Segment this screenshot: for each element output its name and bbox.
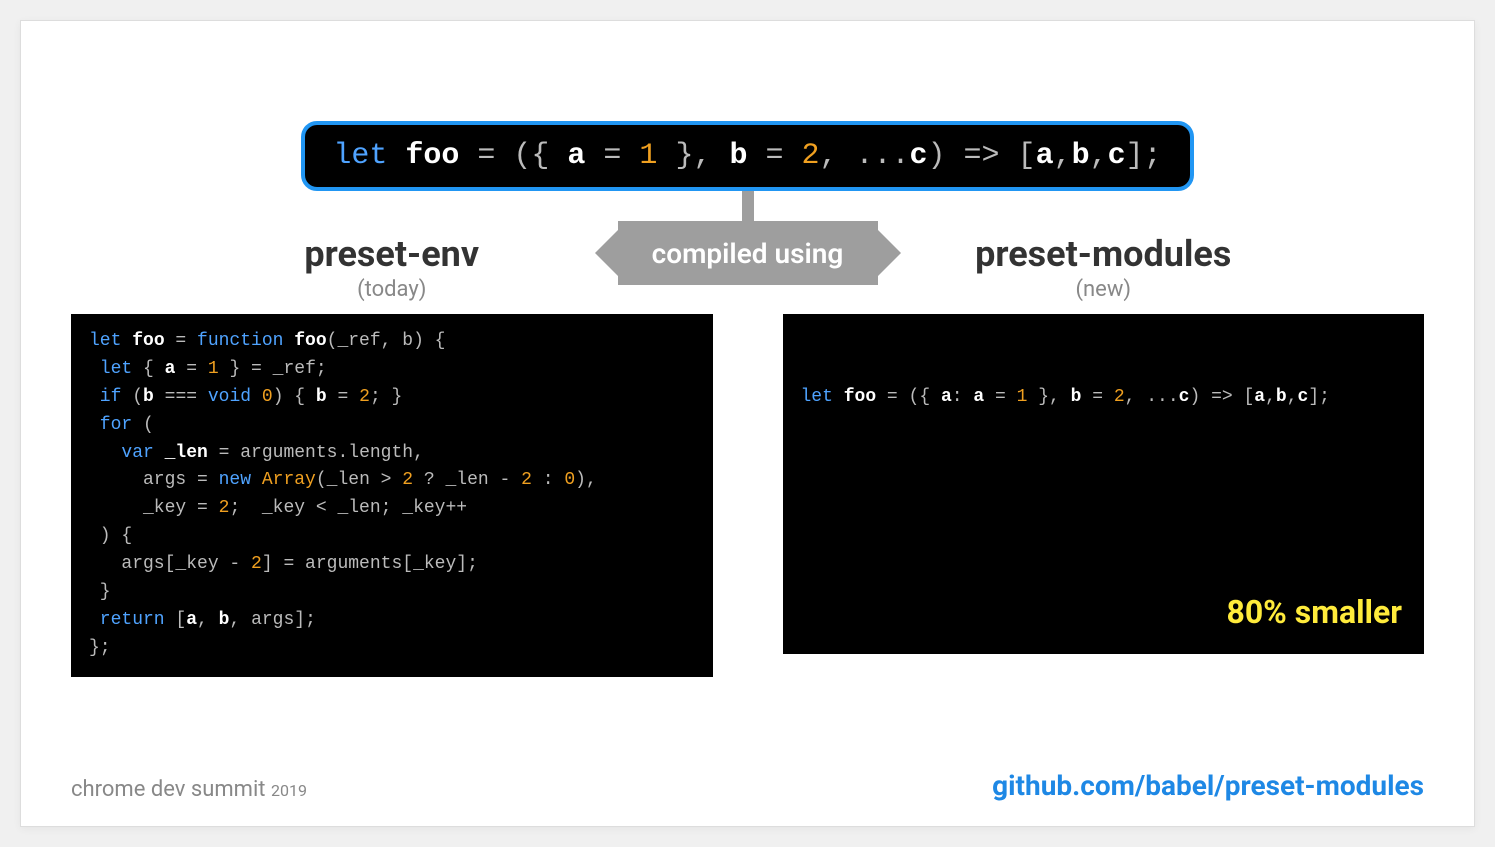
slide: let foo = ({ a = 1 }, b = 2, ...c) => [a…: [20, 20, 1475, 827]
smaller-badge: 80% smaller: [1226, 588, 1402, 638]
column-preset-env: preset-env (today) let foo = function fo…: [71, 233, 713, 677]
left-code-box: let foo = function foo(_ref, b) { let { …: [71, 314, 713, 677]
source-row: let foo = ({ a = 1 }, b = 2, ...c) => [a…: [71, 121, 1424, 191]
footer-event: chrome dev summit 2019: [71, 777, 307, 802]
connector-stem: [742, 191, 754, 221]
event-year: 2019: [271, 781, 307, 800]
footer-link[interactable]: github.com/babel/preset-modules: [992, 769, 1424, 802]
compiled-using-label: compiled using: [618, 221, 878, 285]
right-code-box: let foo = ({ a: a = 1 }, b = 2, ...c) =>…: [783, 314, 1425, 654]
source-code-box: let foo = ({ a = 1 }, b = 2, ...c) => [a…: [301, 121, 1193, 191]
column-preset-modules: preset-modules (new) let foo = ({ a: a =…: [783, 233, 1425, 654]
connector-diagram: compiled using: [71, 191, 1424, 291]
event-name: chrome dev summit: [71, 777, 266, 802]
columns: preset-env (today) let foo = function fo…: [71, 233, 1424, 677]
